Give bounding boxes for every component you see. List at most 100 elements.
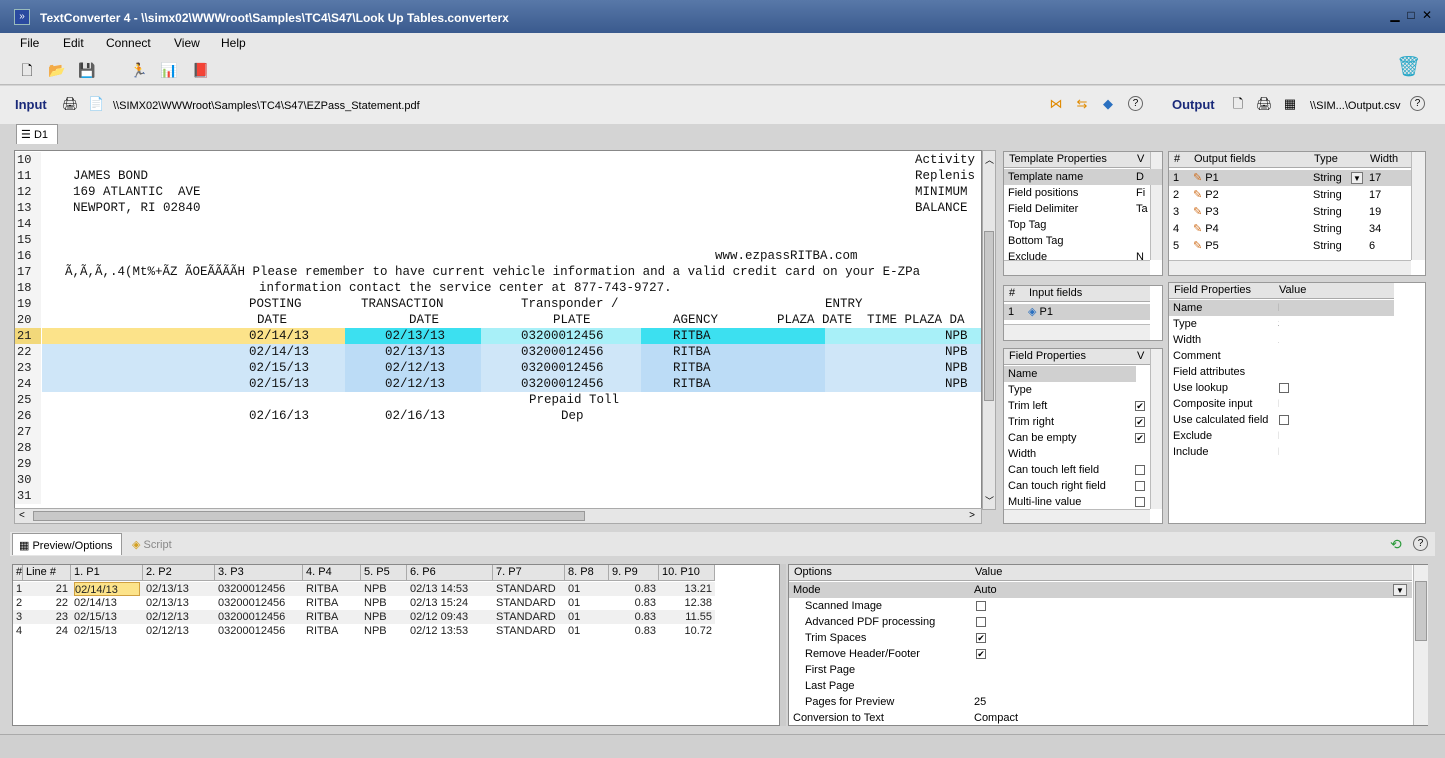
minimize-button[interactable]: ▁ (1388, 8, 1402, 22)
preview-cell[interactable]: NPB (364, 596, 404, 610)
text-editor[interactable]: 10 11 12 13 14 15 16 17 18 19 20 21 22 23 24 25 26 27 28 29… (14, 150, 982, 510)
property-row[interactable]: Can touch left field (1004, 462, 1132, 478)
output-copy-icon[interactable]: 🖨 (1256, 96, 1273, 112)
input-source-icon[interactable]: 🖨 (62, 96, 79, 112)
preview-column-header[interactable]: # (13, 565, 23, 581)
split-icon[interactable]: ⋈ (1048, 96, 1064, 112)
run-icon[interactable]: 🏃 (130, 61, 148, 79)
output-field-type[interactable]: String (1309, 238, 1365, 254)
preview-cell[interactable]: 01 (568, 582, 606, 596)
preview-cell[interactable]: 02/12 09:43 (410, 610, 490, 624)
property-row[interactable]: Can touch right field (1004, 478, 1132, 494)
property-row[interactable]: Field Delimiter (1004, 201, 1132, 217)
preview-cell[interactable]: 02/15/13 (74, 610, 140, 624)
document-tab[interactable]: ☰ D1 (16, 124, 58, 144)
preview-cell[interactable]: 03200012456 (218, 596, 300, 610)
menu-edit[interactable]: Edit (63, 36, 84, 50)
preview-cell[interactable]: 0.83 (612, 582, 656, 596)
menu-connect[interactable]: Connect (106, 36, 151, 50)
preview-cell[interactable]: 02/14/13 (74, 596, 140, 610)
output-field-width[interactable]: 17 (1365, 187, 1411, 203)
property-row[interactable]: Width (1169, 332, 1394, 348)
preview-cell[interactable]: 03200012456 (218, 610, 300, 624)
option-checkbox[interactable] (976, 601, 986, 611)
property-value[interactable]: D (1132, 169, 1162, 185)
menu-file[interactable]: File (20, 36, 39, 50)
menu-view[interactable]: View (174, 36, 200, 50)
preview-cell[interactable]: 24 (26, 624, 68, 638)
option-checkbox[interactable]: ✔ (976, 649, 986, 659)
preview-column-header[interactable]: 7. P7 (493, 565, 565, 581)
property-row[interactable]: Trim right (1004, 414, 1132, 430)
output-help-icon[interactable]: ? (1410, 96, 1425, 111)
property-checkbox[interactable] (1135, 497, 1145, 507)
splitter[interactable] (780, 564, 786, 726)
property-row[interactable]: Include (1169, 444, 1394, 460)
option-value[interactable] (970, 630, 1412, 646)
option-value[interactable]: 25 (970, 694, 1412, 710)
close-button[interactable]: ✕ (1420, 8, 1434, 22)
preview-cell[interactable]: NPB (364, 582, 404, 596)
save-icon[interactable]: 💾 (78, 61, 96, 79)
property-row[interactable]: Type (1169, 316, 1394, 332)
preview-cell[interactable]: 02/13/13 (146, 596, 212, 610)
wizard-icon[interactable]: ◆ (1100, 96, 1116, 112)
preview-cell[interactable]: 1 (16, 582, 22, 596)
property-row[interactable]: Type (1004, 382, 1132, 398)
open-folder-icon[interactable]: 📂 (48, 61, 66, 79)
output-field-width[interactable]: 6 (1365, 238, 1411, 254)
preview-cell[interactable]: 21 (26, 582, 68, 596)
option-value[interactable] (970, 662, 1412, 678)
refresh-icon[interactable]: ⟲ (1390, 536, 1402, 553)
property-value[interactable]: St (1132, 382, 1136, 398)
option-value[interactable] (970, 614, 1412, 630)
property-value[interactable]: P (1132, 366, 1136, 382)
property-row[interactable]: Bottom Tag (1004, 233, 1132, 249)
property-row[interactable]: Can be empty (1004, 430, 1132, 446)
mode-dropdown-icon[interactable]: ▼ (1393, 584, 1407, 596)
output-fields-scrollbar[interactable] (1411, 152, 1425, 260)
property-row[interactable]: Exclude (1004, 249, 1132, 265)
output-field-width[interactable]: 19 (1365, 204, 1411, 220)
preview-help-icon[interactable]: ? (1413, 536, 1428, 551)
tab-script[interactable]: ◈ Script (128, 533, 198, 555)
preview-cell[interactable]: RITBA (306, 596, 358, 610)
output-field-row[interactable]: ✎ P1 (1189, 170, 1309, 186)
output-new-icon[interactable]: 🗋 (1230, 96, 1246, 112)
option-value[interactable] (970, 598, 1412, 614)
preview-cell[interactable]: 01 (568, 610, 606, 624)
option-checkbox[interactable]: ✔ (976, 633, 986, 643)
pdf-icon[interactable]: 📄 (88, 96, 104, 112)
editor-horizontal-scrollbar[interactable]: < > (14, 508, 982, 524)
preview-column-header[interactable]: 5. P5 (361, 565, 407, 581)
input-fields-hscroll[interactable] (1004, 324, 1150, 340)
preview-cell[interactable]: 03200012456 (218, 624, 300, 638)
preview-cell[interactable]: 0.83 (612, 610, 656, 624)
preview-cell[interactable]: 4 (16, 624, 22, 638)
output-field-type[interactable]: String (1309, 204, 1365, 220)
option-value[interactable]: Auto (970, 582, 1412, 598)
property-value[interactable]: N (1132, 249, 1162, 265)
output-field-type[interactable]: String (1309, 187, 1365, 203)
preview-cell[interactable]: 02/13 14:53 (410, 582, 490, 596)
property-row[interactable]: Width (1004, 446, 1132, 462)
preview-cell[interactable]: 01 (568, 624, 606, 638)
preview-cell[interactable]: 02/14/13 (74, 582, 140, 596)
property-row[interactable]: Exclude (1169, 428, 1394, 444)
property-row[interactable]: Template name (1004, 169, 1132, 185)
output-settings-icon[interactable]: ▦ (1282, 96, 1298, 112)
preview-cell[interactable]: STANDARD (496, 596, 562, 610)
property-row[interactable]: Composite input (1169, 396, 1394, 412)
output-field-type[interactable]: String (1309, 221, 1365, 237)
property-value[interactable]: None (1274, 428, 1279, 444)
property-row[interactable]: Name (1004, 366, 1132, 382)
field-properties-left-scrollbar[interactable] (1150, 349, 1162, 509)
preview-column-header[interactable]: 8. P8 (565, 565, 609, 581)
option-value[interactable]: Compact (970, 710, 1412, 726)
new-file-icon[interactable]: 🗋 (18, 61, 36, 79)
preview-cell[interactable]: 02/15/13 (74, 624, 140, 638)
property-row[interactable]: Name (1169, 300, 1394, 316)
property-row[interactable]: Comment (1169, 348, 1394, 364)
preview-cell[interactable]: STANDARD (496, 582, 562, 596)
output-field-row[interactable]: ✎ P3 (1189, 204, 1309, 220)
